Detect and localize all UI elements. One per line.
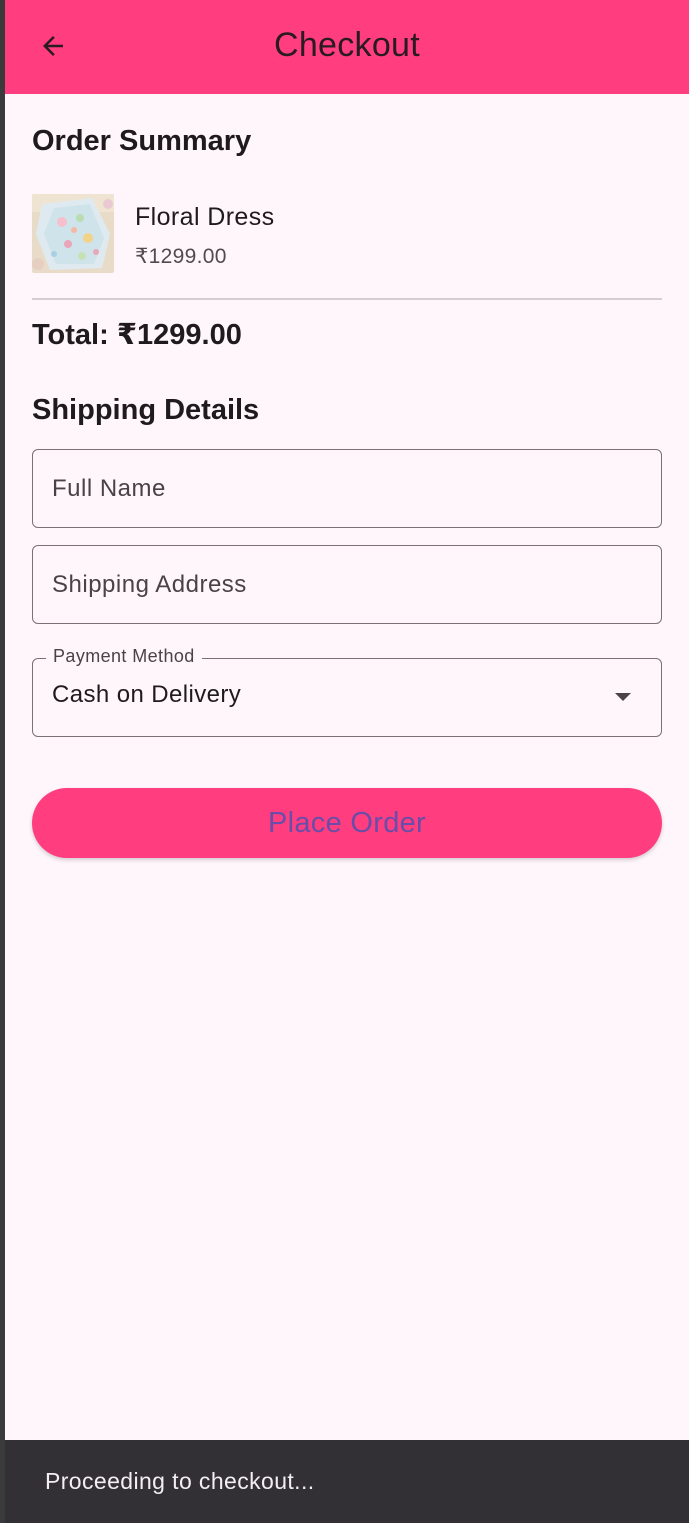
order-total: Total: ₹1299.00 [32,319,242,351]
payment-method-value: Cash on Delivery [52,681,242,708]
order-summary-heading: Order Summary [32,125,252,157]
checkout-screen: Checkout Order Summary Floral Dress ₹129… [5,0,689,1523]
floral-dress-image [32,194,114,273]
payment-method-dropdown[interactable]: Payment Method Cash on Delivery [32,646,662,737]
snackbar: Proceeding to checkout... [5,1440,689,1523]
shipping-details-heading: Shipping Details [32,394,260,426]
app-bar: Checkout [5,0,689,94]
product-thumbnail [32,194,114,273]
dropdown-arrow-icon [615,693,631,701]
divider [32,298,662,300]
snackbar-message: Proceeding to checkout... [45,1468,315,1494]
full-name-input[interactable] [33,450,661,527]
product-price: ₹1299.00 [135,245,227,268]
shipping-address-field[interactable] [32,545,662,624]
product-name: Floral Dress [135,203,275,231]
place-order-button[interactable]: Place Order [32,788,662,858]
payment-method-label: Payment Method [46,646,202,667]
shipping-address-input[interactable] [33,546,661,623]
page-title: Checkout [273,26,421,64]
full-name-field[interactable] [32,449,662,528]
